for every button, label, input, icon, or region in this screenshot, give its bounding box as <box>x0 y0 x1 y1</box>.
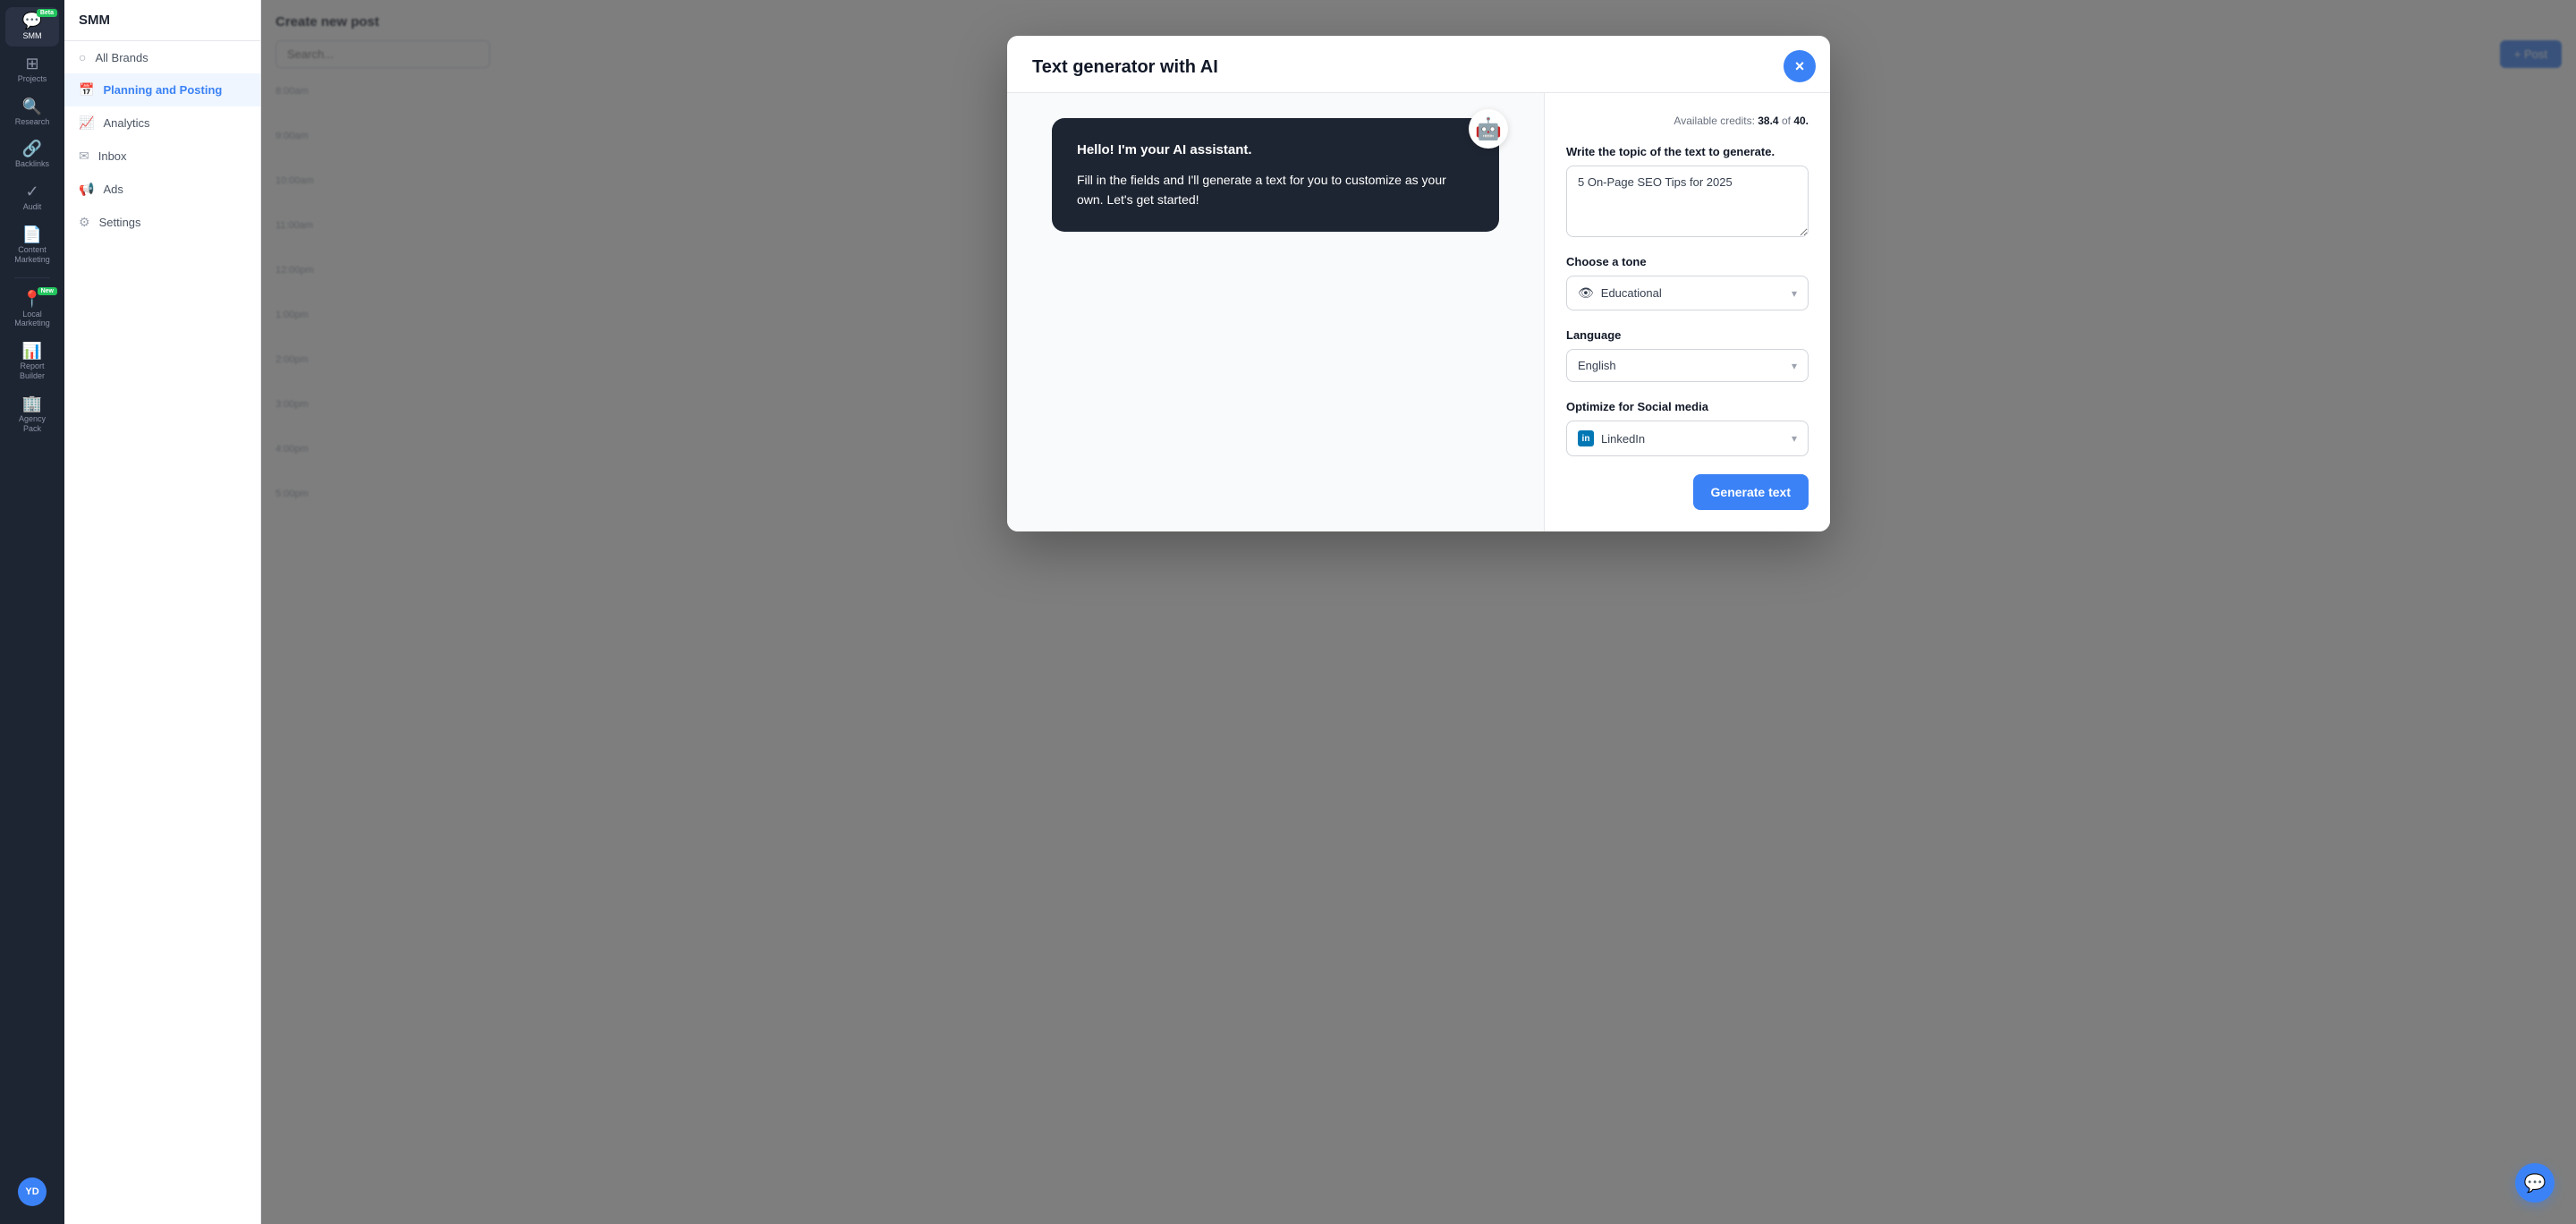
sidebar-item-projects[interactable]: ⊞ Projects <box>5 50 59 89</box>
backlinks-icon: 🔗 <box>22 140 42 157</box>
tone-label: Choose a tone <box>1566 255 1809 268</box>
research-icon: 🔍 <box>22 98 42 115</box>
nav-item-settings-label: Settings <box>99 216 141 229</box>
sidebar-item-smm[interactable]: 💬 SMM Beta <box>5 7 59 47</box>
tone-form-group: Choose a tone 👁 Educational ▾ <box>1566 255 1809 310</box>
local-marketing-badge: New <box>38 287 57 295</box>
social-chevron-icon: ▾ <box>1792 432 1797 445</box>
topic-label: Write the topic of the text to generate. <box>1566 145 1809 158</box>
settings-icon: ⚙ <box>79 215 90 230</box>
linkedin-icon: in <box>1578 430 1594 446</box>
modal-right-panel: Available credits: 38.4 of 40. Write the… <box>1544 93 1830 531</box>
modal-title-bar: Text generator with AI <box>1007 36 1830 93</box>
modal-left-panel: Hello! I'm your AI assistant. Fill in th… <box>1007 93 1544 531</box>
analytics-icon: 📈 <box>79 115 94 131</box>
social-form-group: Optimize for Social media in LinkedIn ▾ <box>1566 400 1809 456</box>
chat-body: Fill in the fields and I'll generate a t… <box>1077 170 1474 210</box>
nav-item-ads-label: Ads <box>103 183 123 196</box>
sidebar-divider <box>14 277 50 278</box>
modal-overlay: Text generator with AI × Hello! I'm your… <box>261 0 2576 1224</box>
sidebar-item-local-marketing[interactable]: 📍 Local Marketing New <box>5 285 59 335</box>
nav-item-planning-posting[interactable]: 📅 Planning and Posting <box>64 73 260 106</box>
chat-bubble-wrap: Hello! I'm your AI assistant. Fill in th… <box>1052 118 1499 232</box>
language-value: English <box>1578 359 1616 372</box>
modal-close-button[interactable]: × <box>1784 50 1816 82</box>
ads-icon: 📢 <box>79 182 94 197</box>
tone-select-inner: 👁 Educational <box>1578 285 1662 301</box>
chat-fab-button[interactable]: 💬 <box>2515 1163 2555 1203</box>
nav-item-inbox-label: Inbox <box>98 149 127 163</box>
main-content: Create new post + Post 8:00am 9:00am 10:… <box>261 0 2576 1224</box>
language-select-inner: English <box>1578 359 1616 372</box>
nav-item-all-brands-label: All Brands <box>95 51 148 64</box>
nav-item-analytics-label: Analytics <box>103 116 149 130</box>
social-value: LinkedIn <box>1601 432 1645 446</box>
avatar[interactable]: YD <box>18 1177 47 1206</box>
social-select-inner: in LinkedIn <box>1578 430 1645 446</box>
chat-greeting: Hello! I'm your AI assistant. <box>1077 140 1474 161</box>
sidebar-item-research[interactable]: 🔍 Research <box>5 93 59 132</box>
sidebar-item-content-marketing[interactable]: 📄 Content Marketing <box>5 221 59 270</box>
social-label: Optimize for Social media <box>1566 400 1809 413</box>
language-form-group: Language English ▾ <box>1566 328 1809 382</box>
credits-line: Available credits: 38.4 of 40. <box>1566 115 1809 127</box>
sidebar-item-agency-pack[interactable]: 🏢 Agency Pack <box>5 390 59 439</box>
report-builder-icon: 📊 <box>22 343 42 359</box>
agency-pack-icon: 🏢 <box>22 395 42 412</box>
text-generator-modal: Text generator with AI × Hello! I'm your… <box>1007 36 1830 531</box>
social-select[interactable]: in LinkedIn ▾ <box>1566 421 1809 456</box>
nav-item-analytics[interactable]: 📈 Analytics <box>64 106 260 140</box>
credits-separator: of <box>1782 115 1791 127</box>
content-marketing-icon: 📄 <box>22 226 42 242</box>
nav-panel-title: SMM <box>64 0 260 41</box>
topic-form-group: Write the topic of the text to generate.… <box>1566 145 1809 237</box>
sidebar-item-audit[interactable]: ✓ Audit <box>5 178 59 217</box>
nav-item-settings[interactable]: ⚙ Settings <box>64 206 260 239</box>
chat-fab-icon: 💬 <box>2524 1172 2546 1194</box>
sidebar-item-report-builder[interactable]: 📊 Report Builder <box>5 337 59 387</box>
credits-total: 40. <box>1793 115 1809 127</box>
chat-bubble: Hello! I'm your AI assistant. Fill in th… <box>1052 118 1499 232</box>
tone-chevron-icon: ▾ <box>1792 287 1797 300</box>
audit-icon: ✓ <box>25 183 38 200</box>
planning-posting-icon: 📅 <box>79 82 94 98</box>
nav-item-planning-posting-label: Planning and Posting <box>103 83 222 97</box>
sidebar-bottom: YD <box>18 1177 47 1217</box>
language-label: Language <box>1566 328 1809 342</box>
inbox-icon: ✉ <box>79 149 89 164</box>
tone-icon: 👁 <box>1578 285 1594 301</box>
modal-title: Text generator with AI <box>1032 57 1218 77</box>
generate-text-button[interactable]: Generate text <box>1693 474 1809 510</box>
projects-icon: ⊞ <box>25 55 38 72</box>
ai-avatar: 🤖 <box>1469 109 1508 149</box>
credits-current: 38.4 <box>1758 115 1778 127</box>
all-brands-icon: ○ <box>79 50 86 64</box>
ai-avatar-icon: 🤖 <box>1475 116 1502 142</box>
nav-item-ads[interactable]: 📢 Ads <box>64 173 260 206</box>
nav-panel: SMM ○ All Brands 📅 Planning and Posting … <box>64 0 261 1224</box>
smm-badge: Beta <box>37 9 57 17</box>
topic-textarea[interactable]: 5 On-Page SEO Tips for 2025 <box>1566 166 1809 237</box>
credits-prefix: Available credits: <box>1674 115 1755 127</box>
language-select[interactable]: English ▾ <box>1566 349 1809 382</box>
sidebar-item-backlinks[interactable]: 🔗 Backlinks <box>5 135 59 174</box>
sidebar: 💬 SMM Beta ⊞ Projects 🔍 Research 🔗 Backl… <box>0 0 64 1224</box>
nav-item-all-brands[interactable]: ○ All Brands <box>64 41 260 73</box>
tone-select[interactable]: 👁 Educational ▾ <box>1566 276 1809 310</box>
tone-value: Educational <box>1601 286 1662 300</box>
modal-body: Hello! I'm your AI assistant. Fill in th… <box>1007 93 1830 531</box>
nav-item-inbox[interactable]: ✉ Inbox <box>64 140 260 173</box>
language-chevron-icon: ▾ <box>1792 360 1797 372</box>
